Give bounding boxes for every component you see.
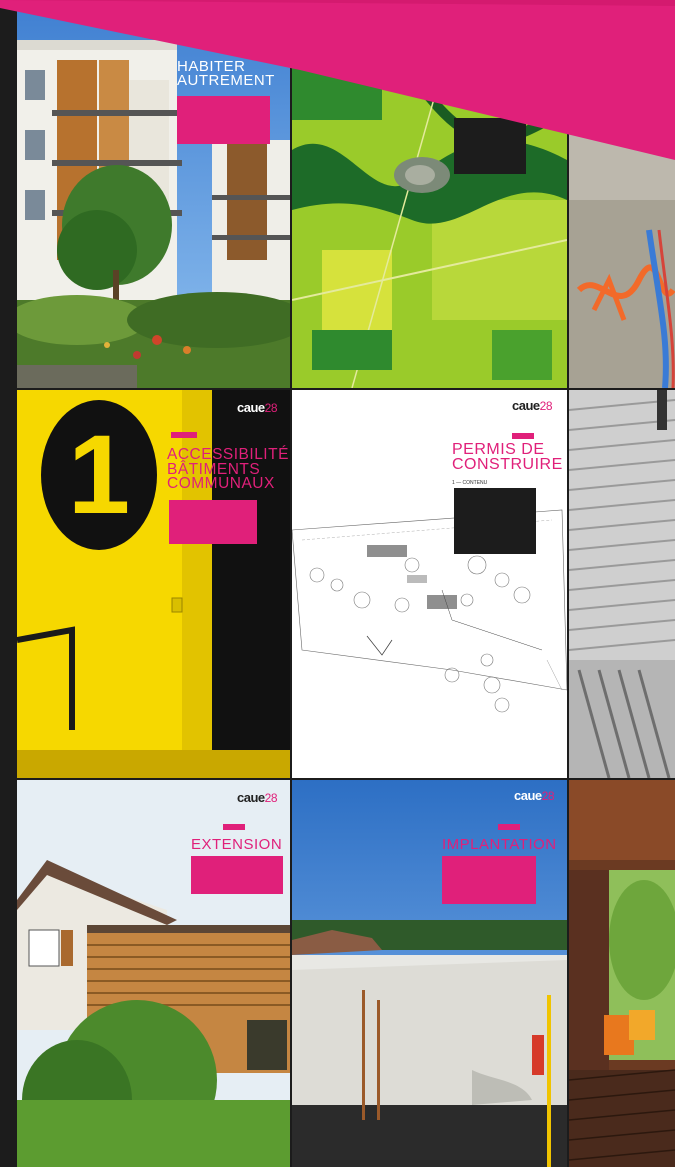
caue28-logo: caue28 — [237, 400, 278, 415]
cover-title-line3: COMMUNAUX — [167, 475, 275, 493]
number-one-badge: 1 — [41, 400, 157, 550]
cover-title-line1: PERMIS DE — [452, 441, 545, 458]
collection-tag — [223, 824, 245, 830]
cover-title: EXTENSION — [191, 836, 283, 853]
caue28-logo: caue28 — [514, 788, 555, 803]
cover-summary-box — [169, 500, 257, 544]
cover-metal-grating[interactable] — [569, 390, 675, 778]
grating-photo — [569, 390, 675, 778]
brochure-cover-grid: HABITER AUTREMENT 1 caue28 ACCESSIBILITÉ… — [17, 0, 675, 1167]
collection-tag — [512, 433, 534, 439]
cover-wooden-terrace[interactable] — [569, 780, 675, 1167]
badge-number: 1 — [67, 412, 131, 537]
cover-title-line2: CONSTRUIRE — [452, 456, 563, 474]
cover-body-text — [300, 688, 560, 768]
cover-summary-box — [442, 856, 536, 904]
cover-accessibilite[interactable]: 1 caue28 ACCESSIBILITÉ BÂTIMENTS COMMUNA… — [17, 390, 290, 778]
cover-summary-box — [454, 488, 536, 554]
magenta-diagonal-band — [0, 0, 675, 170]
cover-extension[interactable]: caue28 EXTENSION — [17, 780, 290, 1167]
caue28-logo: caue28 — [237, 790, 278, 805]
cover-summary-box — [191, 856, 283, 894]
terrace-photo — [569, 780, 675, 1167]
collection-tag — [171, 432, 198, 438]
cover-subtitle: 1 — CONTENU — [452, 480, 488, 486]
caue28-logo: caue28 — [512, 398, 553, 413]
cover-implantation[interactable]: caue28 IMPLANTATION — [292, 780, 567, 1167]
cover-title: IMPLANTATION — [442, 836, 557, 853]
cover-permis-de-construire[interactable]: caue28 PERMIS DE CONSTRUIRE 1 — CONTENU — [292, 390, 567, 778]
collection-tag — [498, 824, 520, 830]
